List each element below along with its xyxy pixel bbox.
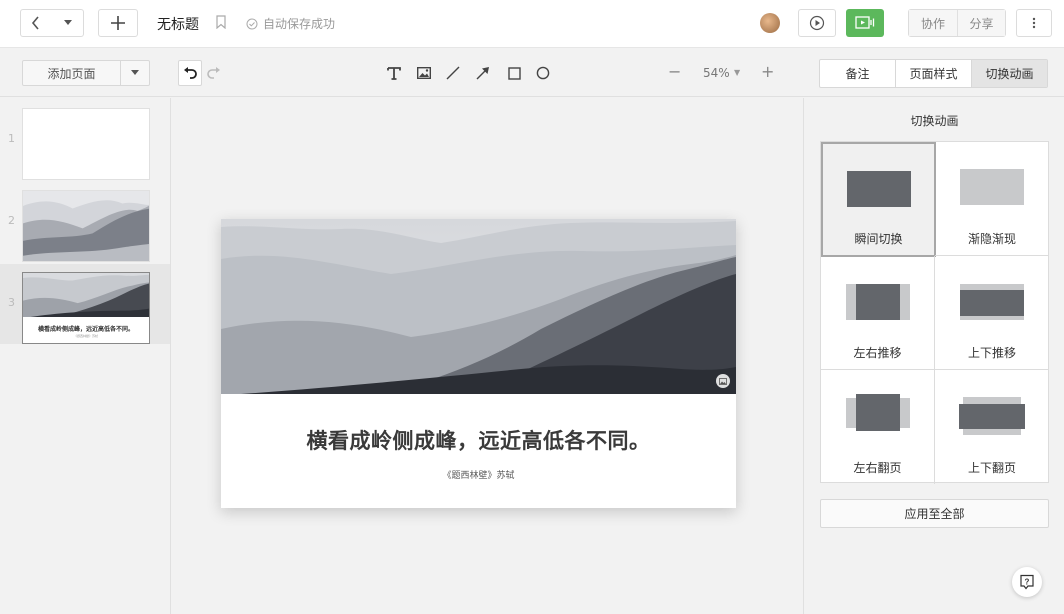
thumbnail-number: 1 xyxy=(8,132,15,145)
undo-icon xyxy=(184,67,197,79)
redo-button[interactable] xyxy=(206,65,222,81)
image-icon xyxy=(417,67,431,79)
share-button[interactable]: 分享 xyxy=(956,10,1005,36)
add-page-control: 添加页面 xyxy=(22,60,150,86)
redo-icon xyxy=(207,67,220,79)
rectangle-tool[interactable] xyxy=(506,65,522,81)
slide-title[interactable]: 横看成岭侧成峰，远近高低各不同。 xyxy=(221,425,736,455)
transition-label: 左右翻页 xyxy=(853,461,902,475)
back-button-group xyxy=(20,9,84,37)
present-button[interactable] xyxy=(846,9,884,37)
mountain-image[interactable] xyxy=(221,219,736,394)
text-tool[interactable] xyxy=(386,65,402,81)
zoom-out-button[interactable]: − xyxy=(668,62,681,81)
right-panel-tabs: 备注 页面样式 切换动画 xyxy=(819,59,1048,88)
transition-preview-shape xyxy=(960,169,1024,205)
thumbnail-caption: 横看成岭侧成峰，远近高低各不同。 xyxy=(37,326,134,333)
transition-preview-shape xyxy=(959,404,1025,429)
zoom-dropdown-icon[interactable]: ▼ xyxy=(734,68,740,77)
line-icon xyxy=(446,66,460,80)
apply-to-all-button[interactable]: 应用至全部 xyxy=(820,499,1049,528)
undo-button[interactable] xyxy=(178,60,202,86)
transition-label: 瞬间切换 xyxy=(854,232,903,246)
arrow-tool[interactable] xyxy=(475,65,491,81)
caret-down-icon xyxy=(63,20,72,25)
mountain-image xyxy=(23,273,149,317)
transition-flip-horizontal[interactable]: 左右翻页 xyxy=(821,370,935,484)
thumbnail-subcaption: 《题西林壁》苏轼 xyxy=(73,334,98,338)
transition-label: 渐隐渐现 xyxy=(967,232,1016,246)
transition-instant[interactable]: 瞬间切换 xyxy=(821,142,936,257)
transition-label: 左右推移 xyxy=(853,346,902,360)
tab-notes[interactable]: 备注 xyxy=(820,60,895,87)
thumbnail-number: 2 xyxy=(8,214,15,227)
rectangle-icon xyxy=(507,66,521,80)
present-icon xyxy=(855,16,875,29)
transition-label: 上下翻页 xyxy=(967,461,1016,475)
bookmark-icon[interactable] xyxy=(216,15,226,32)
chevron-left-icon xyxy=(32,16,40,30)
collab-share-group: 协作 分享 xyxy=(908,9,1006,37)
back-button[interactable] xyxy=(21,10,52,36)
plus-icon xyxy=(111,16,125,30)
thumbnail-row[interactable]: 1 xyxy=(0,100,170,180)
slide-thumbnail[interactable] xyxy=(22,108,150,180)
add-page-button[interactable]: 添加页面 xyxy=(23,61,121,85)
image-tool[interactable] xyxy=(416,65,432,81)
text-icon xyxy=(387,67,401,80)
zoom-level[interactable]: 54% xyxy=(703,66,730,80)
transition-panel: 切换动画 瞬间切换 渐隐渐现 左右推移 上下推移 左右翻页 上下翻页 应用至全部 xyxy=(803,98,1064,614)
collab-button[interactable]: 协作 xyxy=(909,10,957,36)
thumbnail-row[interactable]: 2 xyxy=(0,182,170,262)
slide-thumbnail[interactable]: 横看成岭侧成峰，远近高低各不同。 《题西林壁》苏轼 xyxy=(22,272,150,344)
add-document-button[interactable] xyxy=(98,9,138,37)
transition-fade[interactable]: 渐隐渐现 xyxy=(935,142,1049,256)
circle-icon xyxy=(536,66,550,80)
slide[interactable]: 横看成岭侧成峰，远近高低各不同。 《题西林壁》苏轼 xyxy=(221,219,736,508)
transition-preview-shape xyxy=(856,284,900,320)
slide-subtitle[interactable]: 《题西林壁》苏轼 xyxy=(221,468,736,481)
back-dropdown-button[interactable] xyxy=(51,10,83,36)
panel-title: 切换动画 xyxy=(910,114,959,128)
play-icon xyxy=(809,15,825,31)
transition-preview-shape xyxy=(856,394,900,431)
editor-toolbar: 添加页面 − 54% ▼ + 备注 页面样式 切换动画 xyxy=(0,49,1064,97)
tab-page-style[interactable]: 页面样式 xyxy=(895,60,971,87)
avatar[interactable] xyxy=(760,13,780,33)
play-button[interactable] xyxy=(798,9,836,37)
transition-preview-shape xyxy=(960,290,1024,316)
slide-thumbnail[interactable] xyxy=(22,190,150,262)
help-icon: ? xyxy=(1020,574,1034,590)
save-status-text: 自动保存成功 xyxy=(263,17,336,31)
circle-tool[interactable] xyxy=(535,65,551,81)
more-vertical-icon xyxy=(1032,17,1036,29)
transition-preview-shape xyxy=(847,171,911,207)
check-circle-icon xyxy=(246,18,258,29)
transition-push-horizontal[interactable]: 左右推移 xyxy=(821,256,935,370)
transition-push-vertical[interactable]: 上下推移 xyxy=(935,256,1049,370)
more-button[interactable] xyxy=(1016,9,1052,37)
svg-text:?: ? xyxy=(1025,578,1030,587)
mountain-image xyxy=(23,191,149,261)
save-status: 自动保存成功 xyxy=(246,15,335,32)
arrow-icon xyxy=(476,67,489,80)
document-title[interactable]: 无标题 xyxy=(157,14,199,34)
transition-flip-vertical[interactable]: 上下翻页 xyxy=(935,370,1049,484)
help-button[interactable]: ? xyxy=(1012,567,1042,597)
transition-label: 上下推移 xyxy=(967,346,1016,360)
editor-canvas: 横看成岭侧成峰，远近高低各不同。 《题西林壁》苏轼 xyxy=(171,98,803,614)
slide-thumbnails: 1 2 3 横看成岭侧成峰，远近高低各不同。 《题西林壁》苏轼 xyxy=(0,98,171,614)
image-badge-icon[interactable] xyxy=(716,374,730,388)
caret-down-icon xyxy=(131,70,139,75)
thumbnail-row[interactable]: 3 横看成岭侧成峰，远近高低各不同。 《题西林壁》苏轼 xyxy=(0,264,170,344)
top-bar: 无标题 自动保存成功 协作 分享 xyxy=(0,0,1064,48)
zoom-in-button[interactable]: + xyxy=(761,62,774,81)
transition-grid: 瞬间切换 渐隐渐现 左右推移 上下推移 左右翻页 上下翻页 xyxy=(820,141,1049,484)
thumbnail-number: 3 xyxy=(8,296,15,309)
add-page-dropdown[interactable] xyxy=(121,61,149,85)
tab-transition[interactable]: 切换动画 xyxy=(971,60,1047,87)
line-tool[interactable] xyxy=(445,65,461,81)
